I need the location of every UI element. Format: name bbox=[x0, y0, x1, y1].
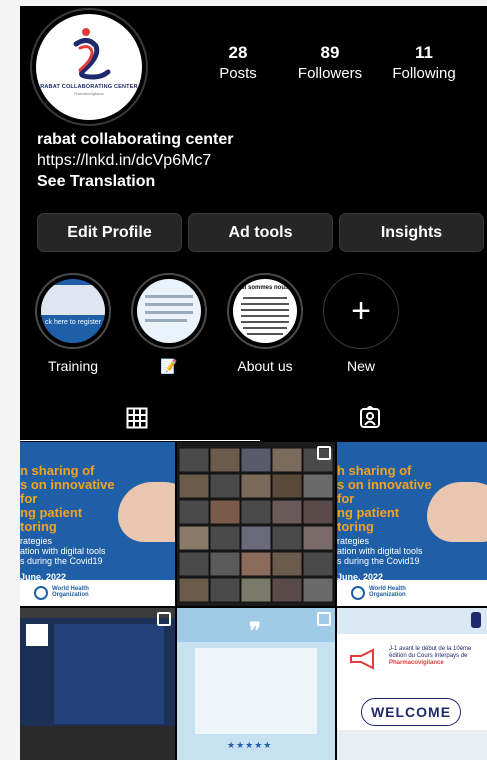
rcc-logo-icon bbox=[471, 612, 481, 628]
avatar-logo-subtext: Pharmacovigilance bbox=[74, 92, 104, 96]
highlight-about-us-cover: Qui sommes nous ? bbox=[233, 279, 297, 343]
post-thumbnail-3[interactable]: h sharing of s on innovative for ng pati… bbox=[337, 442, 487, 606]
multi-photo-icon bbox=[317, 446, 331, 460]
who-logo-icon bbox=[351, 586, 365, 600]
following-count: 11 bbox=[415, 43, 433, 62]
highlight-new-label: New bbox=[346, 358, 375, 374]
highlight-training-cover-text: ck here to register bbox=[45, 319, 102, 326]
posts-label: Posts bbox=[219, 65, 257, 82]
tab-tagged[interactable] bbox=[253, 394, 487, 442]
megaphone-icon bbox=[350, 648, 374, 670]
post-thumbnail-1[interactable]: n sharing of s on innovative for ng pati… bbox=[20, 442, 175, 606]
highlight-training-label: Training bbox=[47, 358, 99, 374]
posts-count: 28 bbox=[228, 43, 248, 62]
highlight-about-us-cover-text: Qui sommes nous ? bbox=[236, 285, 294, 291]
testimonial-text-image bbox=[195, 648, 317, 734]
following-label: Following bbox=[392, 65, 456, 82]
post-3-title: h sharing of s on innovative for ng pati… bbox=[337, 463, 432, 583]
highlight-new[interactable]: + New bbox=[323, 273, 399, 374]
post-1-org: World Health Organization bbox=[52, 586, 89, 598]
plus-icon: + bbox=[351, 292, 371, 330]
profile-screen: RABAT COLLABORATING CENTER Pharmacovigil… bbox=[20, 6, 487, 760]
followers-stat[interactable]: 89 Followers bbox=[290, 44, 370, 84]
rating-stars-icon: ★★★★★ bbox=[227, 740, 273, 750]
post-3-org: World Health Organization bbox=[369, 586, 406, 598]
hands-image bbox=[118, 482, 175, 542]
highlight-training-cover: ck here to register bbox=[41, 279, 105, 343]
post-thumbnail-6[interactable]: J-1 avant le début de la 10ème édition d… bbox=[337, 608, 487, 760]
rcc-logo-icon bbox=[73, 28, 111, 80]
tab-grid-underline bbox=[20, 440, 260, 441]
avatar[interactable]: RABAT COLLABORATING CENTER Pharmacovigil… bbox=[36, 14, 142, 120]
multi-photo-icon bbox=[157, 612, 171, 626]
meeting-toolbar-image bbox=[20, 726, 175, 760]
see-translation-link[interactable]: See Translation bbox=[37, 171, 234, 193]
edit-profile-button[interactable]: Edit Profile bbox=[37, 213, 182, 252]
highlight-notes-label: 📝 bbox=[160, 358, 178, 374]
slide-content-image bbox=[54, 624, 164, 724]
post-thumbnail-5[interactable]: ❞ ★★★★★ bbox=[177, 608, 335, 760]
highlight-notes[interactable]: 📝 bbox=[131, 273, 207, 374]
highlight-notes-cover bbox=[137, 279, 201, 343]
qr-code-image bbox=[26, 624, 48, 646]
posts-stat[interactable]: 28 Posts bbox=[208, 44, 268, 84]
grid-icon bbox=[126, 407, 147, 429]
profile-link[interactable]: https://lnkd.in/dcVp6Mc7 bbox=[37, 150, 234, 171]
insights-button[interactable]: Insights bbox=[339, 213, 484, 252]
welcome-banner: WELCOME bbox=[361, 698, 461, 726]
multi-photo-icon bbox=[317, 612, 331, 626]
highlight-about-us-ring: Qui sommes nous ? bbox=[227, 273, 303, 349]
tab-grid[interactable] bbox=[20, 394, 253, 442]
post-thumbnail-4[interactable] bbox=[20, 608, 175, 760]
highlight-notes-ring bbox=[131, 273, 207, 349]
post-1-title: n sharing of s on innovative for ng pati… bbox=[20, 463, 115, 583]
highlight-training-ring: ck here to register bbox=[35, 273, 111, 349]
post-6-text: J-1 avant le début de la 10ème édition d… bbox=[389, 646, 472, 666]
highlight-about-us-label: About us bbox=[237, 358, 293, 374]
bio: rabat collaborating center https://lnkd.… bbox=[37, 130, 234, 193]
tagged-icon bbox=[360, 406, 380, 428]
ad-tools-button[interactable]: Ad tools bbox=[188, 213, 333, 252]
who-logo-icon bbox=[34, 586, 48, 600]
highlight-training[interactable]: ck here to register Training bbox=[35, 273, 111, 374]
highlight-about-us[interactable]: Qui sommes nous ? About us bbox=[227, 273, 303, 374]
post-thumbnail-2[interactable] bbox=[177, 442, 335, 606]
followers-label: Followers bbox=[297, 65, 363, 82]
following-stat[interactable]: 11 Following bbox=[384, 44, 464, 84]
quote-icon: ❞ bbox=[249, 618, 261, 643]
video-call-grid-image bbox=[177, 442, 335, 606]
profile-name: rabat collaborating center bbox=[37, 131, 234, 148]
followers-count: 89 bbox=[320, 43, 340, 62]
avatar-logo-text: RABAT COLLABORATING CENTER bbox=[40, 84, 138, 90]
highlight-new-ring: + bbox=[323, 273, 399, 349]
hands-image bbox=[427, 482, 487, 542]
